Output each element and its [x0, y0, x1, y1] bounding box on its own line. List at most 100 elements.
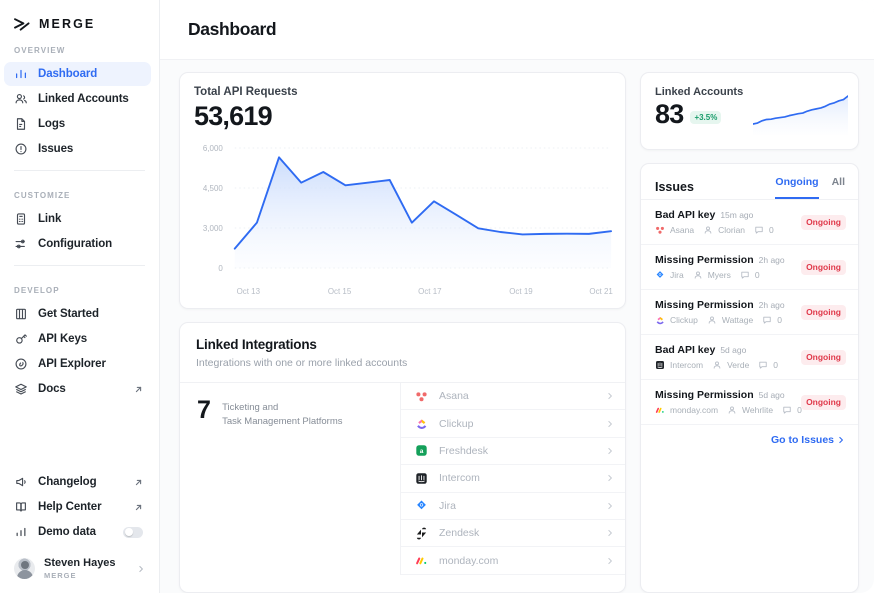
- section-label-overview: OVERVIEW: [0, 46, 159, 62]
- asana-icon: [655, 225, 665, 235]
- user-icon: [727, 405, 737, 415]
- chevron-right-icon: [606, 474, 614, 482]
- issue-row[interactable]: Missing Permission2h agoJiraMyers0Ongoin…: [641, 245, 858, 290]
- sidebar-item-label: Issues: [38, 143, 73, 155]
- sidebar-item-help-center[interactable]: Help Center: [4, 495, 151, 519]
- sliders-icon: [14, 237, 28, 251]
- sidebar-item-dashboard[interactable]: Dashboard: [4, 62, 151, 86]
- issue-user-name: Wehrlite: [742, 405, 773, 415]
- sidebar-item-get-started[interactable]: Get Started: [4, 302, 151, 326]
- bar-chart-small-icon: [14, 525, 28, 539]
- megaphone-icon: [14, 475, 28, 489]
- user-info: Steven Hayes MERGE: [44, 557, 116, 580]
- integration-name: Zendesk: [439, 527, 479, 539]
- sidebar-item-label: Configuration: [38, 238, 112, 250]
- sidebar-item-logs[interactable]: Logs: [4, 112, 151, 136]
- sidebar-item-label: Get Started: [38, 308, 99, 320]
- sidebar-item-label: Changelog: [38, 476, 97, 488]
- sidebar-item-label: Demo data: [38, 526, 96, 538]
- integration-list: Asana Clickup aFreshdesk Intercom Jira Zendes…: [400, 383, 625, 575]
- integration-row[interactable]: Jira: [401, 493, 625, 520]
- demo-data-toggle[interactable]: [123, 527, 143, 538]
- integration-row[interactable]: monday.com: [401, 547, 625, 574]
- sidebar-item-issues[interactable]: Issues: [4, 137, 151, 161]
- issue-meta-row: IntercomVerde0: [655, 360, 795, 370]
- category-line-2: Task Management Platforms: [222, 415, 342, 429]
- merge-arrow-logo-icon: [14, 17, 31, 32]
- y-axis-tick-label: 0: [218, 264, 223, 273]
- dashboard-content: Total API Requests 53,619 03,0004,5: [160, 60, 874, 593]
- issue-user-name: Clorian: [718, 225, 745, 235]
- intercom-icon: [655, 360, 665, 370]
- issue-name: Missing Permission: [655, 389, 754, 401]
- sidebar-item-label: Help Center: [38, 501, 101, 513]
- chevron-right-icon: [606, 447, 614, 455]
- integration-name: Jira: [439, 500, 456, 512]
- integration-row[interactable]: Asana: [401, 383, 625, 410]
- issue-main: Bad API key5d agoIntercomVerde0: [655, 344, 795, 370]
- area-chart-svg: 03,0004,5006,000 Oct 13Oct 15Oct 17Oct 1…: [180, 141, 625, 306]
- issue-timestamp: 15m ago: [720, 210, 753, 220]
- integration-row[interactable]: Intercom: [401, 465, 625, 492]
- sidebar-item-configuration[interactable]: Configuration: [4, 232, 151, 256]
- sparkline-fill: [753, 96, 848, 135]
- x-axis-tick-label: Oct 15: [328, 287, 352, 296]
- issues-title: Issues: [655, 180, 694, 194]
- right-column: Linked Accounts 83 +3.5%: [640, 72, 859, 593]
- issues-list: Bad API key15m agoAsanaClorian0Ongoing Mi…: [641, 200, 858, 425]
- integration-name: Clickup: [439, 418, 473, 430]
- brand-logo[interactable]: MERGE: [0, 0, 159, 36]
- sidebar-item-changelog[interactable]: Changelog: [4, 470, 151, 494]
- users-icon: [14, 92, 28, 106]
- issue-timestamp: 2h ago: [759, 255, 785, 265]
- tab-ongoing[interactable]: Ongoing: [775, 176, 818, 199]
- tab-all[interactable]: All: [832, 176, 845, 197]
- issue-timestamp: 5d ago: [759, 390, 785, 400]
- sidebar-item-label: Link: [38, 213, 61, 225]
- issue-name: Missing Permission: [655, 254, 754, 266]
- linked-integrations-subtitle: Integrations with one or more linked acc…: [196, 357, 609, 369]
- go-to-issues-label: Go to Issues: [771, 434, 834, 446]
- issue-row[interactable]: Missing Permission 5d ago monday.comWehrli…: [641, 380, 858, 425]
- sidebar-item-demo-data[interactable]: Demo data: [4, 520, 151, 544]
- issue-row[interactable]: Missing Permission2h agoClickupWattage0O…: [641, 290, 858, 335]
- chevron-right-icon: [606, 392, 614, 400]
- status-badge: Ongoing: [801, 260, 846, 275]
- issue-user-name: Verde: [727, 360, 749, 370]
- linked-accounts-value: 83: [655, 100, 683, 130]
- sidebar-item-docs[interactable]: Docs: [4, 377, 151, 401]
- linked-integrations-card: Linked Integrations Integrations with on…: [179, 322, 626, 593]
- integration-row[interactable]: Zendesk: [401, 520, 625, 547]
- x-axis-tick-label: Oct 19: [509, 287, 533, 296]
- issue-comment-count: 0: [773, 360, 778, 370]
- issues-header: Issues Ongoing All: [641, 164, 858, 200]
- sidebar-item-linked-accounts[interactable]: Linked Accounts: [4, 87, 151, 111]
- sidebar-item-api-keys[interactable]: API Keys: [4, 327, 151, 351]
- jira-icon: [655, 270, 665, 280]
- status-badge: Ongoing: [801, 395, 846, 410]
- comment-icon: [754, 225, 764, 235]
- issue-row[interactable]: Bad API key15m agoAsanaClorian0Ongoing: [641, 200, 858, 245]
- sidebar-item-label: Linked Accounts: [38, 93, 129, 105]
- integration-count: 7: [197, 399, 210, 575]
- integration-row[interactable]: Clickup: [401, 410, 625, 437]
- integration-name: Intercom: [439, 472, 480, 484]
- sidebar-item-label: API Explorer: [38, 358, 106, 370]
- main-area: Dashboard Total API Requests 53,619: [160, 0, 874, 593]
- comment-icon: [782, 405, 792, 415]
- user-profile[interactable]: Steven Hayes MERGE: [10, 552, 151, 585]
- issue-meta-row: monday.comWehrlite0: [655, 405, 795, 415]
- linked-integrations-header: Linked Integrations Integrations with on…: [180, 323, 625, 383]
- issue-title-row: Missing Permission 5d ago: [655, 389, 795, 401]
- integration-row[interactable]: aFreshdesk: [401, 438, 625, 465]
- issues-tabs: Ongoing All: [775, 176, 845, 199]
- sidebar-item-api-explorer[interactable]: API Explorer: [4, 352, 151, 376]
- issue-row[interactable]: Bad API key5d agoIntercomVerde0Ongoing: [641, 335, 858, 380]
- issue-main: Missing Permission 5d ago monday.comWehrli…: [655, 389, 795, 415]
- sidebar-bottom: Changelog Help Center: [0, 470, 159, 593]
- issue-user-name: Wattage: [722, 315, 753, 325]
- intercom-icon: [415, 472, 428, 485]
- go-to-issues-link[interactable]: Go to Issues: [771, 434, 845, 446]
- integration-category: 7 Ticketing and Task Management Platform…: [180, 383, 400, 575]
- sidebar-item-link[interactable]: Link: [4, 207, 151, 231]
